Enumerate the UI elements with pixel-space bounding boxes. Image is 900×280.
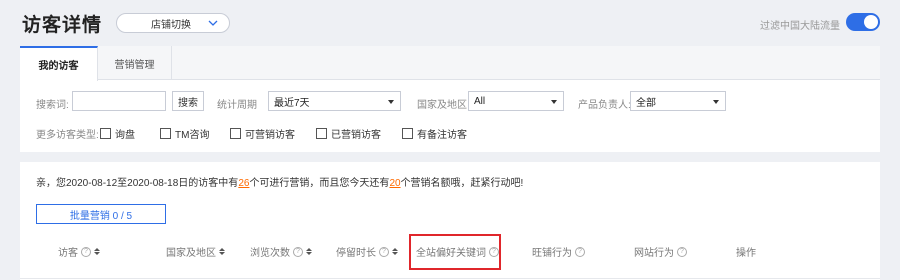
owner-value: 全部 — [636, 97, 656, 109]
filter-mainland-toggle[interactable] — [846, 13, 880, 31]
top-bar: 访客详情 店铺切换 过滤中国大陆流量 — [0, 0, 900, 44]
more-types-label: 更多访客类型: — [36, 130, 99, 141]
sort-icon[interactable] — [94, 248, 100, 255]
filter-panel: 我的访客 营销管理 搜索词: 搜索 统计周期 最近7天 国家及地区 All 产品… — [20, 46, 880, 152]
checkbox-box[interactable] — [100, 128, 111, 139]
period-label: 统计周期 — [217, 100, 257, 111]
help-icon[interactable]: ? — [677, 246, 687, 257]
column-label: 国家及地区 — [166, 248, 216, 259]
search-input[interactable] — [72, 91, 166, 111]
filter-row-2: 更多访客类型: 询盘 TM咨询 可营销访客 已营销访客 有备注访客 — [20, 122, 880, 144]
checkbox-box[interactable] — [402, 128, 413, 139]
table-divider — [20, 278, 880, 279]
column-header-visitor[interactable]: 访客 ? — [58, 244, 100, 259]
tab-marketing-management[interactable]: 营销管理 — [98, 46, 172, 80]
checkbox-label: 有备注访客 — [417, 130, 467, 141]
help-icon[interactable]: ? — [379, 246, 389, 257]
results-panel: 亲，您2020-08-12至2020-08-18日的访客中有26个可进行营销，而… — [20, 162, 880, 280]
batch-marketing-button[interactable]: 批量营销 0 / 5 — [36, 204, 166, 224]
checkbox-has-note[interactable]: 有备注访客 — [402, 126, 467, 141]
column-label: 操作 — [736, 248, 756, 259]
checkbox-inquiry[interactable]: 询盘 — [100, 126, 135, 141]
help-icon[interactable]: ? — [81, 246, 91, 257]
caret-down-icon — [713, 100, 719, 104]
quota-count-link[interactable]: 20 — [389, 178, 400, 189]
notice-suffix: 个营销名额哦，赶紧行动吧! — [400, 178, 524, 189]
owner-select[interactable]: 全部 — [630, 91, 726, 111]
checkbox-box[interactable] — [230, 128, 241, 139]
column-header-country[interactable]: 国家及地区 — [166, 244, 225, 259]
checkbox-label: TM咨询 — [175, 130, 210, 141]
checkbox-tm-consult[interactable]: TM咨询 — [160, 126, 209, 141]
checkbox-label: 可营销访客 — [245, 130, 295, 141]
notice-prefix: 亲，您2020-08-12至2020-08-18日的访客中有 — [36, 178, 239, 189]
marketable-count-link[interactable]: 26 — [238, 178, 249, 189]
help-icon[interactable]: ? — [575, 246, 585, 257]
country-select[interactable]: All — [468, 91, 564, 111]
shop-switch-label: 店铺切换 — [151, 19, 191, 31]
caret-down-icon — [388, 100, 394, 104]
checkbox-label: 已营销访客 — [331, 130, 381, 141]
search-button[interactable]: 搜索 — [172, 91, 204, 111]
country-value: All — [474, 95, 486, 107]
column-header-views[interactable]: 浏览次数 ? — [250, 244, 312, 259]
column-label: 访客 — [58, 248, 78, 259]
marketing-notice: 亲，您2020-08-12至2020-08-18日的访客中有26个可进行营销，而… — [36, 174, 523, 189]
tab-bar: 我的访客 营销管理 — [20, 46, 880, 81]
shop-switch-dropdown[interactable]: 店铺切换 — [116, 13, 230, 33]
filter-row-1: 搜索词: 搜索 统计周期 最近7天 国家及地区 All 产品负责人: 全部 — [20, 91, 880, 113]
owner-label: 产品负责人: — [578, 100, 631, 111]
checkbox-box[interactable] — [316, 128, 327, 139]
column-header-actions: 操作 — [736, 244, 756, 259]
column-label: 浏览次数 — [250, 248, 290, 259]
period-value: 最近7天 — [274, 97, 310, 109]
sort-icon[interactable] — [306, 248, 312, 255]
checkbox-marketed[interactable]: 已营销访客 — [316, 126, 381, 141]
column-label: 网站行为 — [634, 248, 674, 259]
sort-icon[interactable] — [392, 248, 398, 255]
help-icon[interactable]: ? — [293, 246, 303, 257]
notice-middle: 个可进行营销，而且您今天还有 — [249, 178, 390, 189]
checkbox-box[interactable] — [160, 128, 171, 139]
caret-down-icon — [551, 100, 557, 104]
checkbox-marketable[interactable]: 可营销访客 — [230, 126, 295, 141]
country-label: 国家及地区 — [417, 100, 467, 111]
column-label: 停留时长 — [336, 248, 376, 259]
toggle-knob — [864, 15, 878, 29]
column-header-duration[interactable]: 停留时长 ? — [336, 244, 398, 259]
search-label: 搜索词: — [36, 100, 69, 111]
column-header-store-behavior: 旺铺行为 ? — [532, 244, 585, 259]
tab-my-visitors[interactable]: 我的访客 — [20, 46, 98, 81]
column-header-site-behavior: 网站行为 ? — [634, 244, 687, 259]
column-label: 旺铺行为 — [532, 248, 572, 259]
annotation-highlight-box — [409, 234, 501, 270]
page-title: 访客详情 — [22, 15, 103, 36]
chevron-down-icon — [208, 20, 218, 26]
period-select[interactable]: 最近7天 — [268, 91, 401, 111]
sort-icon[interactable] — [219, 248, 225, 255]
checkbox-label: 询盘 — [115, 130, 135, 141]
filter-mainland-label: 过滤中国大陆流量 — [760, 21, 840, 32]
